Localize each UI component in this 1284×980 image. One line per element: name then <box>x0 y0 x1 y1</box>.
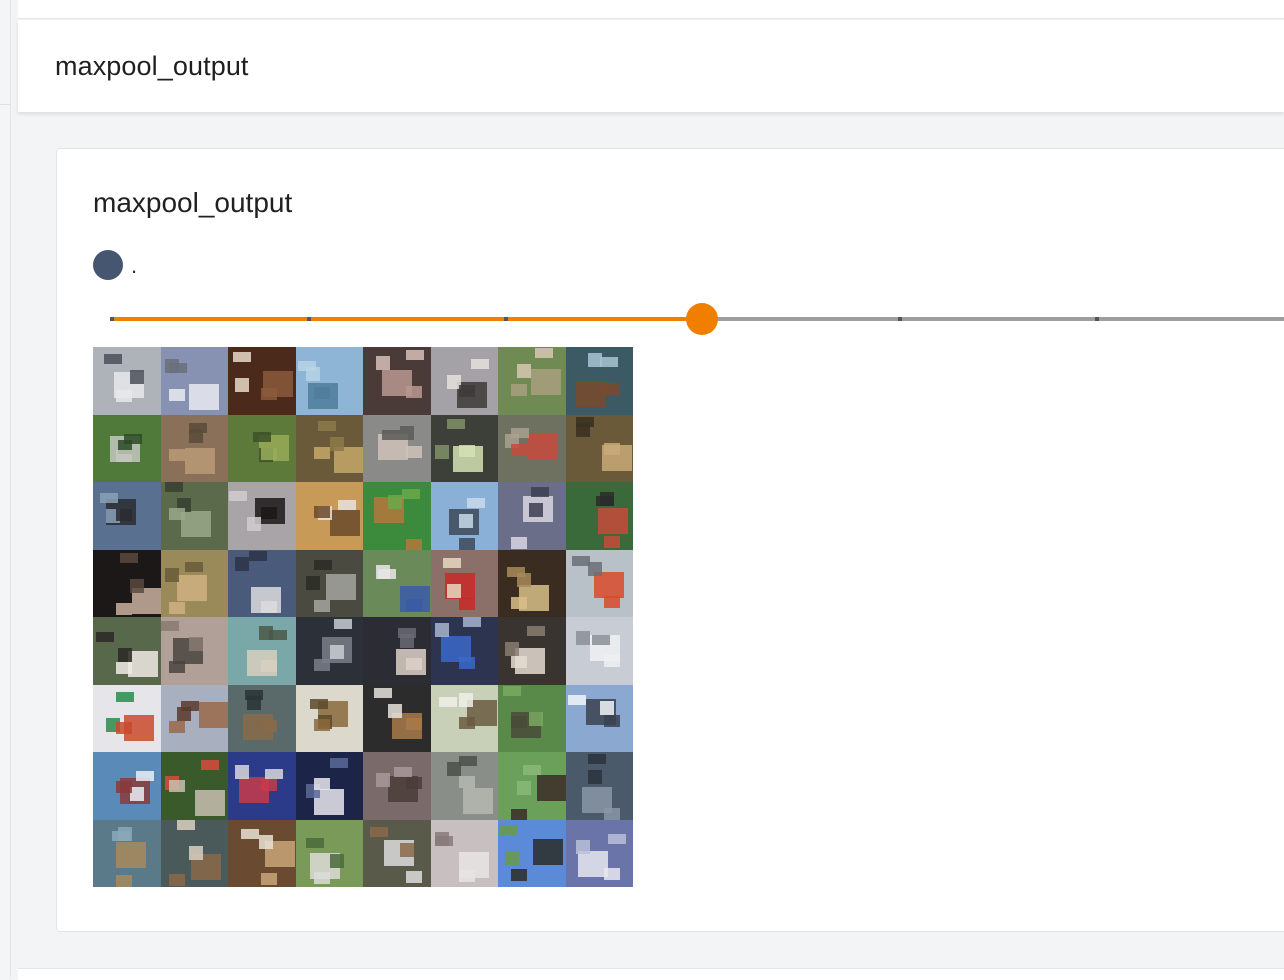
slider-tick <box>1095 317 1099 321</box>
image-thumbnail <box>430 549 498 617</box>
image-thumbnail <box>160 482 228 550</box>
image-thumbnail <box>160 617 228 685</box>
image-thumbnail <box>363 549 431 617</box>
image-thumbnail <box>295 482 363 550</box>
image-thumbnail <box>295 819 363 887</box>
section-header[interactable]: maxpool_output <box>18 20 1284 112</box>
image-thumbnail <box>93 549 161 617</box>
image-thumbnail <box>565 347 633 415</box>
image-thumbnail <box>430 414 498 482</box>
image-thumbnail <box>363 347 431 415</box>
image-thumbnail <box>498 347 566 415</box>
image-thumbnail <box>430 482 498 550</box>
image-thumbnail <box>498 819 566 887</box>
image-thumbnail <box>93 684 161 752</box>
image-thumbnail <box>295 752 363 820</box>
image-thumbnail <box>363 752 431 820</box>
image-thumbnail <box>498 549 566 617</box>
image-thumbnail <box>430 819 498 887</box>
image-thumbnail <box>363 684 431 752</box>
image-thumbnail <box>565 752 633 820</box>
image-thumbnail <box>93 752 161 820</box>
image-thumbnail <box>295 549 363 617</box>
image-card: maxpool_output . <box>56 148 1284 932</box>
image-thumbnail <box>295 347 363 415</box>
image-thumbnail <box>565 482 633 550</box>
left-panel-edge <box>0 0 11 979</box>
image-thumbnail <box>160 819 228 887</box>
image-thumbnail <box>565 414 633 482</box>
image-thumbnail <box>160 684 228 752</box>
image-thumbnail <box>498 684 566 752</box>
image-thumbnail <box>228 347 296 415</box>
image-thumbnail <box>93 617 161 685</box>
image-thumbnail <box>565 549 633 617</box>
image-thumbnail <box>295 414 363 482</box>
image-thumbnail <box>228 684 296 752</box>
image-thumbnail <box>430 617 498 685</box>
image-thumbnail <box>93 819 161 887</box>
slider-tick <box>898 317 902 321</box>
image-thumbnail <box>228 549 296 617</box>
image-thumbnail <box>565 684 633 752</box>
run-color-dot <box>93 250 123 280</box>
image-thumbnail <box>363 819 431 887</box>
image-thumbnail <box>160 549 228 617</box>
image-thumbnail <box>430 347 498 415</box>
image-thumbnail <box>93 414 161 482</box>
slider-tick <box>307 317 311 321</box>
image-thumbnail <box>228 482 296 550</box>
image-thumbnail <box>93 482 161 550</box>
slider-tick <box>110 317 114 321</box>
image-grid <box>93 347 633 887</box>
image-thumbnail <box>565 617 633 685</box>
image-thumbnail <box>363 617 431 685</box>
image-thumbnail <box>565 819 633 887</box>
image-thumbnail <box>430 684 498 752</box>
image-thumbnail <box>498 617 566 685</box>
image-thumbnail <box>228 752 296 820</box>
image-thumbnail <box>228 819 296 887</box>
slider-tick <box>504 317 508 321</box>
step-slider[interactable] <box>110 303 1284 335</box>
card-title: maxpool_output <box>93 187 293 218</box>
run-label: . <box>131 253 138 278</box>
image-thumbnail <box>498 414 566 482</box>
image-thumbnail <box>295 684 363 752</box>
image-thumbnail <box>160 347 228 415</box>
next-section-edge <box>18 968 1284 980</box>
image-thumbnail <box>498 482 566 550</box>
image-thumbnail <box>363 414 431 482</box>
image-thumbnail <box>430 752 498 820</box>
image-thumbnail <box>363 482 431 550</box>
previous-section-edge <box>18 0 1284 19</box>
image-thumbnail <box>228 414 296 482</box>
section-title: maxpool_output <box>55 51 249 81</box>
image-thumbnail <box>93 347 161 415</box>
image-thumbnail <box>160 414 228 482</box>
image-thumbnail <box>228 617 296 685</box>
slider-fill <box>111 317 702 321</box>
image-thumbnail <box>498 752 566 820</box>
image-thumbnail <box>160 752 228 820</box>
slider-thumb[interactable] <box>686 303 718 335</box>
image-thumbnail <box>295 617 363 685</box>
